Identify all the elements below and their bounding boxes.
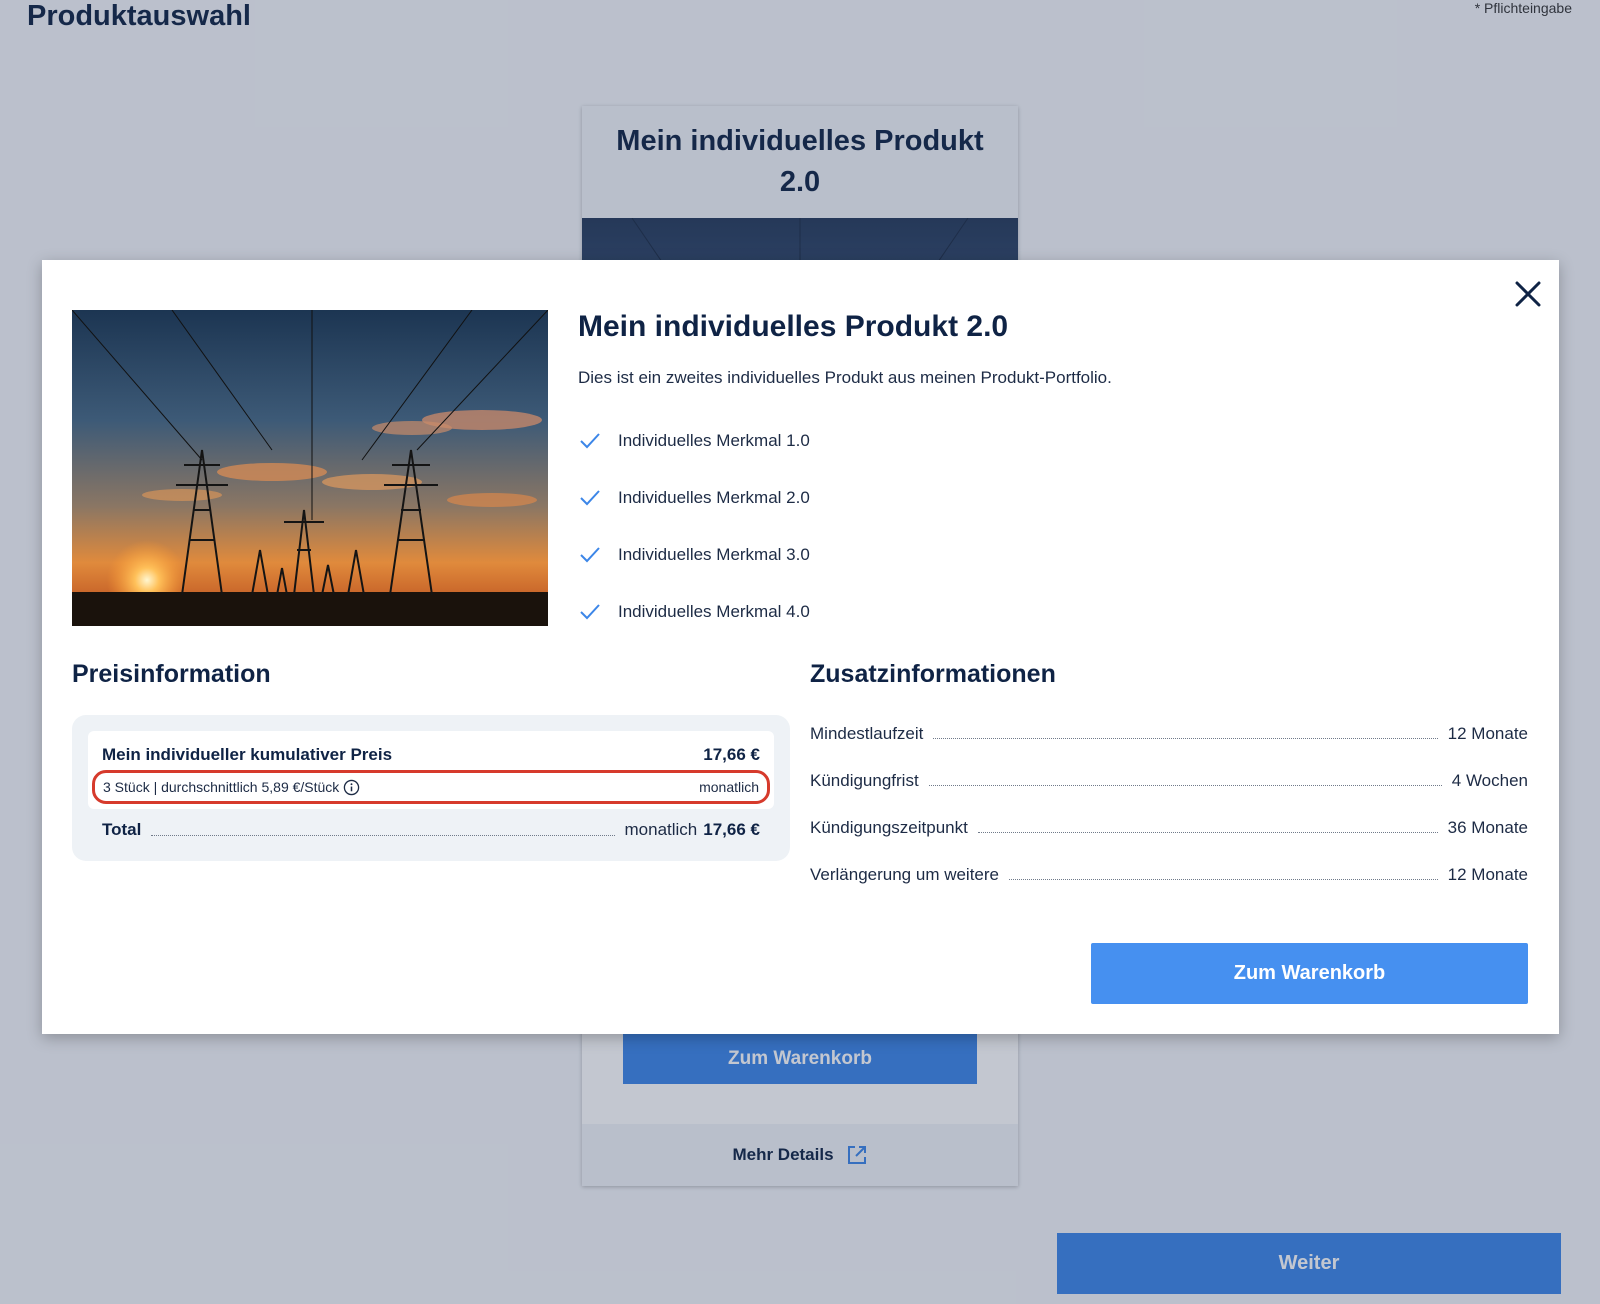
- product-title: Mein individuelles Produkt 2.0: [578, 310, 1009, 343]
- extra-info-row: Kündigungfrist 4 Wochen: [810, 757, 1528, 804]
- extra-info-label: Verlängerung um weitere: [810, 864, 1000, 884]
- dotted-leader: [933, 738, 1438, 739]
- product-description: Dies ist ein zweites individuelles Produ…: [578, 368, 1112, 387]
- price-item-amount: 17,66 €: [703, 745, 760, 764]
- extra-info-row: Verlängerung um weitere 12 Monate: [810, 851, 1528, 898]
- extra-info-row: Mindestlaufzeit 12 Monate: [810, 710, 1528, 757]
- extra-info-value: 36 Monate: [1447, 817, 1528, 837]
- dotted-leader: [1009, 879, 1438, 880]
- feature-label: Individuelles Merkmal 2.0: [618, 487, 810, 507]
- info-icon[interactable]: [343, 779, 360, 796]
- total-interval: monatlich: [624, 820, 698, 839]
- extra-info-label: Mindestlaufzeit: [810, 723, 924, 743]
- extra-info-label: Kündigungszeitpunkt: [810, 817, 968, 837]
- price-item-name: Mein individueller kumulativer Preis: [102, 745, 393, 764]
- extra-info-row: Kündigungszeitpunkt 36 Monate: [810, 804, 1528, 851]
- close-icon: [1515, 281, 1541, 307]
- feature-label: Individuelles Merkmal 4.0: [618, 601, 810, 621]
- price-item-interval: monatlich: [699, 779, 759, 795]
- extra-info-value: 4 Wochen: [1451, 770, 1528, 790]
- dotted-leader: [151, 834, 615, 836]
- feature-list: Individuelles Merkmal 1.0 Individuelles …: [578, 412, 810, 640]
- total-row: Total monatlich 17,66 €: [102, 815, 760, 845]
- check-icon: [580, 489, 600, 505]
- add-to-cart-button[interactable]: Zum Warenkorb: [1091, 943, 1528, 1004]
- feature-label: Individuelles Merkmal 3.0: [618, 544, 810, 564]
- extra-info-value: 12 Monate: [1447, 864, 1528, 884]
- price-item-detail: 3 Stück | durchschnittlich 5,89 €/Stück: [103, 779, 340, 795]
- close-button[interactable]: [1508, 274, 1548, 314]
- price-item-detail-highlight: 3 Stück | durchschnittlich 5,89 €/Stück …: [92, 770, 770, 804]
- extra-info-label: Kündigungfrist: [810, 770, 919, 790]
- check-icon: [580, 603, 600, 619]
- extra-info-value: 12 Monate: [1447, 723, 1528, 743]
- product-image: [72, 310, 548, 626]
- extra-info-heading: Zusatzinformationen: [810, 660, 1056, 688]
- dotted-leader: [977, 832, 1438, 833]
- feature-item: Individuelles Merkmal 4.0: [578, 583, 810, 640]
- feature-item: Individuelles Merkmal 1.0: [578, 412, 810, 469]
- feature-item: Individuelles Merkmal 2.0: [578, 469, 810, 526]
- total-amount: 17,66 €: [703, 820, 760, 839]
- power-lines-sunset-image: [72, 310, 548, 626]
- price-box: Mein individueller kumulativer Preis 17,…: [72, 715, 790, 861]
- check-icon: [580, 432, 600, 448]
- feature-label: Individuelles Merkmal 1.0: [618, 430, 810, 450]
- dotted-leader: [928, 785, 1442, 786]
- price-section-heading: Preisinformation: [72, 660, 271, 688]
- product-detail-modal: Mein individuelles Produkt 2.0 Dies ist …: [42, 260, 1559, 1034]
- check-icon: [580, 546, 600, 562]
- total-label: Total: [102, 820, 142, 839]
- extra-info-list: Mindestlaufzeit 12 Monate Kündigungfrist…: [810, 710, 1528, 898]
- feature-item: Individuelles Merkmal 3.0: [578, 526, 810, 583]
- price-item-card: Mein individueller kumulativer Preis 17,…: [88, 731, 774, 809]
